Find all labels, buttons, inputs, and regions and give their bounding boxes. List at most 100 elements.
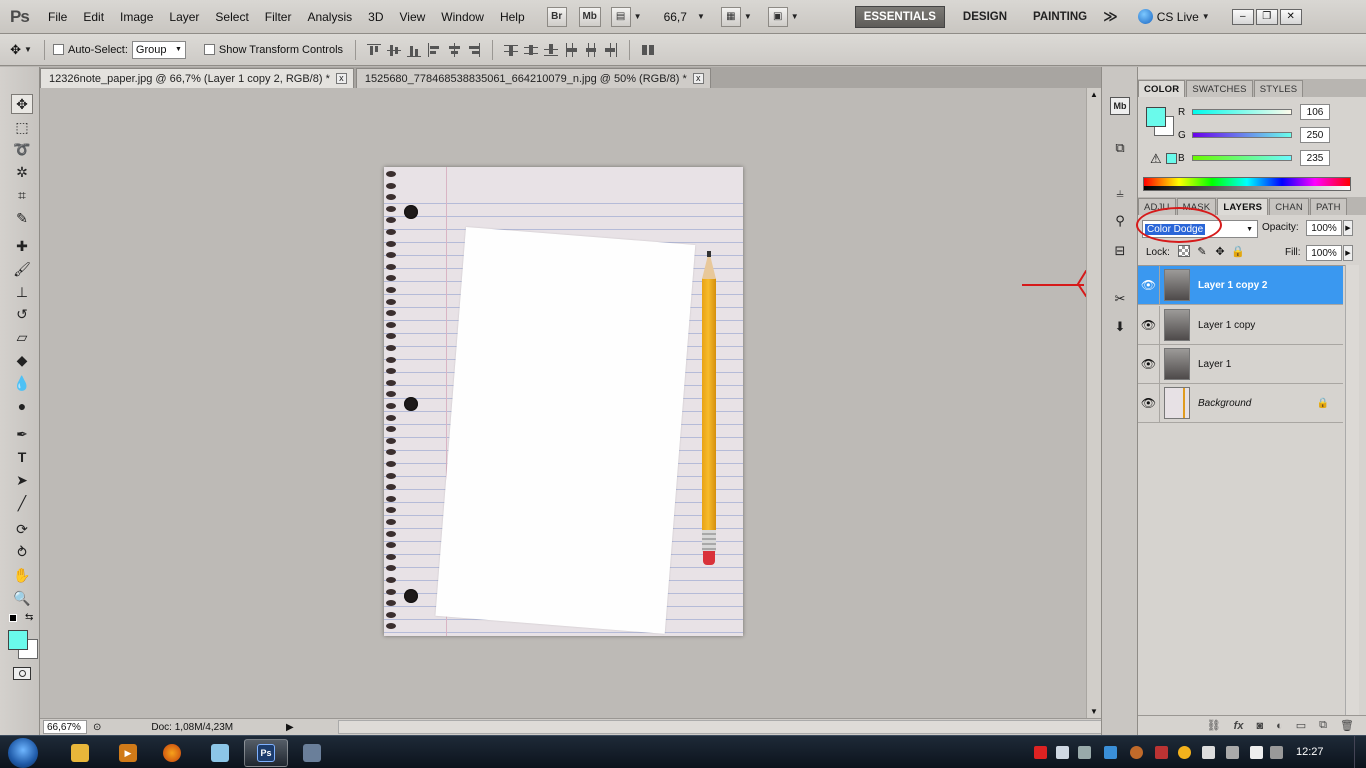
- slider-blue[interactable]: B 235: [1178, 148, 1358, 168]
- tab-color[interactable]: COLOR: [1138, 80, 1186, 97]
- hand-tool-icon[interactable]: ✋: [11, 565, 33, 585]
- layer-row[interactable]: 👁 Layer 1 copy 2: [1138, 265, 1343, 305]
- menu-select[interactable]: Select: [207, 10, 256, 24]
- close-tab-icon[interactable]: x: [335, 73, 347, 84]
- view-extras-dropdown-icon[interactable]: ▼: [634, 12, 642, 21]
- document-tab[interactable]: 1525680_778468538835061_664210079_n.jpg …: [355, 68, 711, 88]
- scroll-down-icon[interactable]: ▼: [1090, 707, 1098, 716]
- layer-row[interactable]: 👁 Layer 1: [1138, 344, 1343, 384]
- align-hcenter-icon[interactable]: [447, 42, 461, 57]
- out-of-gamut-warning-icon[interactable]: ⚠: [1150, 151, 1162, 167]
- quick-select-tool-icon[interactable]: ✲: [11, 162, 33, 182]
- green-value-field[interactable]: 250: [1300, 127, 1330, 143]
- zoom-tool-icon[interactable]: 🔍: [11, 588, 33, 608]
- status-info-icon[interactable]: ⊙: [93, 722, 101, 733]
- tab-styles[interactable]: STYLES: [1253, 80, 1304, 97]
- opacity-field[interactable]: 100%: [1306, 220, 1342, 236]
- workspace-painting-button[interactable]: PAINTING: [1025, 7, 1095, 27]
- layer-row[interactable]: 👁 Layer 1 copy: [1138, 305, 1343, 345]
- mini-bridge-panel-icon[interactable]: Mb: [1110, 97, 1130, 115]
- canvas-vertical-scrollbar[interactable]: ▲ ▼: [1086, 88, 1101, 718]
- zoom-percentage-field[interactable]: 66,67%: [43, 720, 87, 734]
- dodge-tool-icon[interactable]: ●: [11, 396, 33, 416]
- bridge-button[interactable]: Br: [546, 6, 567, 27]
- distribute-vcenter-icon[interactable]: [524, 43, 539, 57]
- marquee-tool-icon[interactable]: ⬚: [11, 117, 33, 137]
- scroll-up-icon[interactable]: ▲: [1090, 90, 1098, 99]
- align-right-icon[interactable]: [467, 42, 481, 57]
- lock-all-icon[interactable]: 🔒: [1231, 245, 1245, 258]
- auto-align-layers-icon[interactable]: [641, 43, 655, 57]
- show-desktop-button[interactable]: [1354, 736, 1366, 768]
- crop-tool-icon[interactable]: ⌗: [11, 185, 33, 205]
- brush-presets-panel-icon[interactable]: ⫨: [1110, 184, 1130, 202]
- tab-paths[interactable]: PATH: [1309, 198, 1347, 215]
- opacity-slider-arrow-icon[interactable]: ▶: [1343, 220, 1353, 236]
- zoom-dropdown-icon[interactable]: ▼: [697, 12, 705, 21]
- taskbar-photoshop[interactable]: Ps: [244, 739, 288, 767]
- pen-tool-icon[interactable]: ✒: [11, 424, 33, 444]
- tray-app-icon[interactable]: [1130, 746, 1143, 759]
- tray-app-icon[interactable]: [1155, 746, 1168, 759]
- visibility-eye-icon[interactable]: 👁: [1138, 383, 1160, 423]
- fill-field[interactable]: 100%: [1306, 245, 1342, 261]
- tray-app-icon[interactable]: [1178, 746, 1191, 759]
- distribute-right-icon[interactable]: [604, 42, 618, 57]
- color-spectrum-ramp[interactable]: [1143, 177, 1351, 191]
- menu-analysis[interactable]: Analysis: [299, 10, 360, 24]
- layers-scrollbar[interactable]: [1345, 265, 1359, 715]
- link-layers-icon[interactable]: ⛓: [1207, 719, 1221, 732]
- taskbar-clock[interactable]: 12:27: [1296, 746, 1324, 758]
- history-brush-tool-icon[interactable]: ↺: [11, 304, 33, 324]
- tray-adobe-icon[interactable]: [1034, 746, 1047, 759]
- new-group-icon[interactable]: ▭: [1296, 719, 1306, 732]
- close-tab-icon[interactable]: x: [692, 73, 704, 84]
- delete-layer-icon[interactable]: 🗑: [1340, 719, 1354, 732]
- lock-image-pixels-icon[interactable]: ✎: [1196, 245, 1208, 258]
- workspace-design-button[interactable]: DESIGN: [955, 7, 1015, 27]
- screen-mode-button[interactable]: ▣: [767, 6, 788, 27]
- auto-select-dropdown[interactable]: Group: [131, 40, 186, 59]
- tools-panel-icon[interactable]: ✂: [1110, 290, 1130, 308]
- taskbar-explorer[interactable]: [58, 739, 102, 767]
- lasso-tool-icon[interactable]: ➰: [11, 139, 33, 159]
- lock-transparent-pixels-icon[interactable]: [1178, 245, 1190, 257]
- tray-flag-icon[interactable]: [1250, 746, 1263, 759]
- tray-app-icon[interactable]: [1270, 746, 1283, 759]
- 3d-orbit-tool-icon[interactable]: ⥁: [11, 542, 33, 562]
- tool-preset-picker[interactable]: ✥ ▼: [0, 42, 42, 58]
- menu-image[interactable]: Image: [112, 10, 161, 24]
- tray-app-icon[interactable]: [1226, 746, 1239, 759]
- history-panel-icon[interactable]: ⧉: [1110, 139, 1130, 157]
- path-selection-tool-icon[interactable]: ➤: [11, 470, 33, 490]
- menu-layer[interactable]: Layer: [161, 10, 207, 24]
- more-workspaces-button[interactable]: ≫: [1095, 4, 1126, 29]
- slider-track-blue[interactable]: [1192, 155, 1292, 161]
- auto-select-checkbox[interactable]: [53, 44, 64, 55]
- show-transform-checkbox[interactable]: [203, 44, 215, 55]
- default-colors-icon[interactable]: [9, 614, 17, 622]
- align-left-icon[interactable]: [427, 42, 441, 57]
- canvas-area[interactable]: [40, 88, 1086, 718]
- taskbar-media-player[interactable]: ▶: [106, 739, 150, 767]
- visibility-eye-icon[interactable]: 👁: [1138, 305, 1160, 345]
- align-bottom-icon[interactable]: [407, 43, 422, 57]
- layer-style-icon[interactable]: fx: [1234, 720, 1244, 732]
- document-image[interactable]: [384, 167, 743, 636]
- menu-view[interactable]: View: [391, 10, 433, 24]
- tray-app-icon[interactable]: [1202, 746, 1215, 759]
- eyedropper-tool-icon[interactable]: ✎: [11, 208, 33, 228]
- add-mask-icon[interactable]: ◙: [1256, 720, 1263, 732]
- arrange-documents-button[interactable]: ▦: [720, 6, 741, 27]
- tab-swatches[interactable]: SWATCHES: [1186, 80, 1253, 97]
- close-icon[interactable]: ✕: [1279, 8, 1302, 25]
- move-tool-icon[interactable]: ✥: [11, 94, 33, 114]
- tray-volume-icon[interactable]: [1056, 746, 1069, 759]
- line-tool-icon[interactable]: ╱: [11, 493, 33, 513]
- tab-layers[interactable]: LAYERS: [1217, 198, 1269, 215]
- new-layer-icon[interactable]: ⧉: [1319, 719, 1327, 732]
- view-extras-button[interactable]: ▤: [610, 6, 631, 27]
- brush-tool-icon[interactable]: 🖌: [11, 259, 33, 279]
- clone-stamp-tool-icon[interactable]: ⊥: [11, 282, 33, 302]
- menu-3d[interactable]: 3D: [360, 10, 391, 24]
